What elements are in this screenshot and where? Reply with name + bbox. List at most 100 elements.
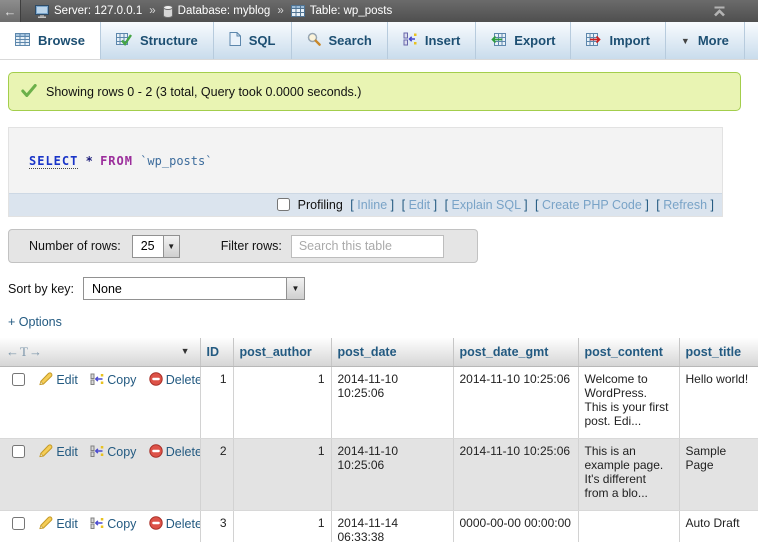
tab-label: More bbox=[698, 33, 729, 48]
rows-control-bar: Number of rows: 25 ▼ Filter rows: bbox=[8, 229, 478, 263]
cell-post-author: 1 bbox=[233, 511, 331, 542]
profiling-label: Profiling bbox=[298, 198, 343, 212]
table-icon bbox=[291, 5, 305, 17]
cell-post-author: 1 bbox=[233, 367, 331, 439]
cell-post-content bbox=[578, 511, 679, 542]
tab-browse[interactable]: Browse bbox=[0, 22, 101, 59]
cell-post-content: Welcome to WordPress. This is your first… bbox=[578, 367, 679, 439]
column-header-post-date-gmt[interactable]: post_date_gmt bbox=[453, 338, 578, 367]
tab-label: SQL bbox=[249, 33, 276, 48]
tab-search[interactable]: Search bbox=[292, 22, 388, 59]
column-header-post-content[interactable]: post_content bbox=[578, 338, 679, 367]
create-php-code-link[interactable]: Create PHP Code bbox=[542, 198, 642, 212]
sql-query-box: SELECT * FROM `wp_posts` Profiling [ Inl… bbox=[8, 127, 723, 217]
filter-rows-label: Filter rows: bbox=[221, 239, 282, 253]
sql-query-text: SELECT * FROM `wp_posts` bbox=[9, 128, 722, 193]
status-message: Showing rows 0 - 2 (3 total, Query took … bbox=[8, 72, 741, 111]
filter-rows-input[interactable] bbox=[291, 235, 444, 258]
cell-id: 3 bbox=[200, 511, 233, 542]
edit-query-link[interactable]: Edit bbox=[409, 198, 431, 212]
profiling-checkbox[interactable] bbox=[277, 198, 290, 211]
query-toolbar: Profiling [ Inline ] [ Edit ] [ Explain … bbox=[9, 193, 722, 216]
breadcrumb: ← Server: 127.0.0.1 » Database: myblog »… bbox=[0, 0, 758, 22]
import-icon bbox=[586, 33, 601, 49]
sql-star: * bbox=[86, 154, 93, 168]
sort-dropdown-icon[interactable]: ▼ bbox=[181, 346, 190, 356]
tab-sql[interactable]: SQL bbox=[214, 22, 292, 59]
column-header-id[interactable]: ID bbox=[200, 338, 233, 367]
cell-id: 1 bbox=[200, 367, 233, 439]
cell-post-date: 2014-11-10 10:25:06 bbox=[331, 439, 453, 511]
cell-post-date-gmt: 0000-00-00 00:00:00 bbox=[453, 511, 578, 542]
tab-label: Import bbox=[609, 33, 649, 48]
cell-post-title: Hello world! bbox=[679, 367, 758, 439]
cell-post-date: 2014-11-10 10:25:06 bbox=[331, 367, 453, 439]
edit-link[interactable]: Edit bbox=[56, 373, 78, 387]
copy-icon bbox=[90, 372, 104, 386]
copy-link[interactable]: Copy bbox=[107, 517, 136, 531]
copy-link[interactable]: Copy bbox=[107, 445, 136, 459]
column-header-post-title[interactable]: post_title bbox=[679, 338, 758, 367]
tab-label: Browse bbox=[38, 33, 85, 48]
results-table: ←T→ ▼ ID post_author post_date post_date… bbox=[0, 338, 758, 542]
tab-label: Structure bbox=[140, 33, 198, 48]
breadcrumb-server[interactable]: Server: 127.0.0.1 bbox=[54, 5, 142, 17]
back-button[interactable]: ← bbox=[0, 0, 21, 22]
copy-link[interactable]: Copy bbox=[107, 373, 136, 387]
swap-axis-control[interactable]: ←T→ bbox=[6, 344, 43, 359]
tab-export[interactable]: Export bbox=[476, 22, 571, 59]
back-icon: ← bbox=[4, 4, 17, 19]
number-of-rows-select[interactable]: 25 ▼ bbox=[132, 235, 180, 258]
sort-by-key-select[interactable]: None ▼ bbox=[83, 277, 305, 300]
table-row: Edit Copy Delete 1 1 2014-11-10 10:25:06… bbox=[0, 367, 758, 439]
cell-post-content: This is an example page. It's different … bbox=[578, 439, 679, 511]
options-toggle-link[interactable]: + Options bbox=[8, 315, 62, 329]
select-dropdown-icon: ▼ bbox=[163, 236, 179, 257]
row-checkbox[interactable] bbox=[12, 517, 25, 530]
tab-label: Search bbox=[329, 33, 372, 48]
delete-icon bbox=[149, 372, 163, 386]
tab-structure[interactable]: Structure bbox=[101, 22, 214, 59]
collapse-icon[interactable] bbox=[712, 6, 727, 17]
cell-post-author: 1 bbox=[233, 439, 331, 511]
row-checkbox[interactable] bbox=[12, 373, 25, 386]
actions-column-header: ←T→ ▼ bbox=[0, 338, 200, 367]
more-dropdown-icon: ▼ bbox=[681, 36, 690, 46]
delete-link[interactable]: Delete bbox=[166, 373, 200, 387]
edit-link[interactable]: Edit bbox=[56, 517, 78, 531]
breadcrumb-database[interactable]: Database: myblog bbox=[178, 5, 271, 17]
table-header-row: ←T→ ▼ ID post_author post_date post_date… bbox=[0, 338, 758, 367]
cell-id: 2 bbox=[200, 439, 233, 511]
browse-icon bbox=[15, 33, 30, 49]
select-dropdown-icon: ▼ bbox=[286, 278, 304, 299]
tab-more[interactable]: ▼ More bbox=[666, 22, 745, 59]
column-header-post-author[interactable]: post_author bbox=[233, 338, 331, 367]
sort-by-key-label: Sort by key: bbox=[8, 282, 74, 296]
database-icon bbox=[163, 5, 173, 18]
server-icon bbox=[35, 5, 49, 18]
delete-link[interactable]: Delete bbox=[166, 517, 200, 531]
check-icon bbox=[21, 84, 37, 100]
copy-icon bbox=[90, 516, 104, 530]
delete-link[interactable]: Delete bbox=[166, 445, 200, 459]
tab-insert[interactable]: Insert bbox=[388, 22, 476, 59]
refresh-link[interactable]: Refresh bbox=[663, 198, 707, 212]
tab-import[interactable]: Import bbox=[571, 22, 665, 59]
column-header-post-date[interactable]: post_date bbox=[331, 338, 453, 367]
table-row: Edit Copy Delete 2 1 2014-11-10 10:25:06… bbox=[0, 439, 758, 511]
pencil-icon bbox=[38, 444, 53, 458]
export-icon bbox=[491, 33, 506, 49]
cell-post-title: Auto Draft bbox=[679, 511, 758, 542]
inline-link[interactable]: Inline bbox=[357, 198, 387, 212]
edit-link[interactable]: Edit bbox=[56, 445, 78, 459]
insert-icon bbox=[403, 32, 417, 49]
tab-label: Export bbox=[514, 33, 555, 48]
delete-icon bbox=[149, 516, 163, 530]
explain-sql-link[interactable]: Explain SQL bbox=[452, 198, 521, 212]
breadcrumb-table[interactable]: Table: wp_posts bbox=[310, 5, 392, 17]
cell-post-date-gmt: 2014-11-10 10:25:06 bbox=[453, 367, 578, 439]
table-row: Edit Copy Delete 3 1 2014-11-14 06:33:38… bbox=[0, 511, 758, 542]
tab-bar: Browse Structure SQL Search Insert Expor… bbox=[0, 22, 758, 60]
row-checkbox[interactable] bbox=[12, 445, 25, 458]
copy-icon bbox=[90, 444, 104, 458]
